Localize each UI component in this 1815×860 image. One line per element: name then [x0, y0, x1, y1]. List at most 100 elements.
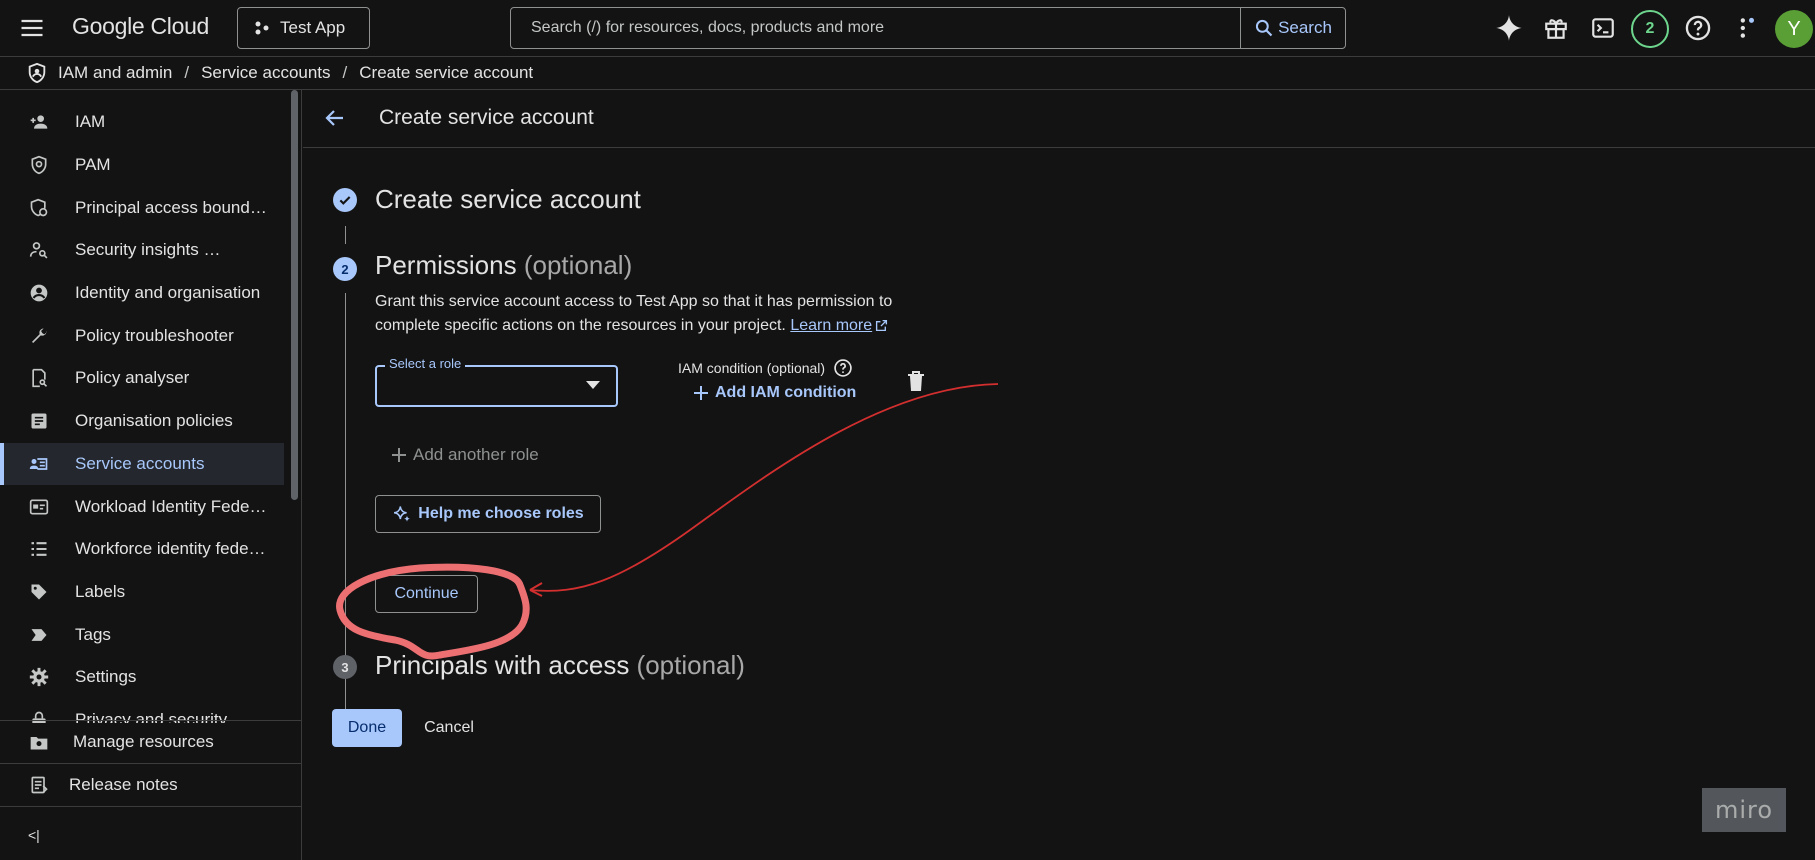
terminal-icon[interactable]: [1588, 13, 1618, 43]
breadcrumb-current-page: Create service account: [359, 63, 534, 82]
continue-button[interactable]: Continue: [375, 575, 478, 613]
gemini-sparkle-icon[interactable]: [1494, 13, 1524, 43]
step-3-number: 3: [333, 655, 357, 679]
sidebar-item-policy-troubleshooter[interactable]: Policy troubleshooter: [0, 314, 284, 357]
done-button[interactable]: Done: [332, 709, 402, 747]
sidebar-item-release-notes[interactable]: Release notes: [0, 763, 301, 806]
sidebar-item-organisation-policies[interactable]: Organisation policies: [0, 400, 284, 443]
sidebar-nav: IAM PAM Principal access bound… Security…: [0, 101, 284, 723]
list-icon: [28, 538, 50, 560]
help-me-choose-roles-button[interactable]: Help me choose roles: [375, 495, 601, 533]
sidebar-item-iam[interactable]: IAM: [0, 101, 284, 144]
add-iam-condition-label: Add IAM condition: [715, 384, 857, 401]
help-icon[interactable]: [1683, 13, 1713, 43]
cancel-button[interactable]: Cancel: [413, 709, 485, 747]
sidebar-item-label: Manage resources: [73, 732, 214, 751]
back-arrow-icon[interactable]: [323, 106, 349, 132]
manage-resources-icon: [28, 731, 50, 753]
plus-icon: [391, 447, 407, 463]
more-vert-icon[interactable]: [1730, 13, 1760, 43]
sidebar-item-workload-identity-federation[interactable]: Workload Identity Fede…: [0, 485, 284, 528]
sidebar-item-manage-resources[interactable]: Manage resources: [0, 720, 301, 763]
wrench-icon: [28, 325, 50, 347]
sidebar-item-label: Release notes: [69, 775, 178, 794]
sidebar-item-label: Tags: [75, 624, 111, 644]
shield-gear-icon: [28, 197, 50, 219]
gift-icon[interactable]: [1541, 13, 1571, 43]
breadcrumb-separator: /: [342, 63, 348, 82]
delete-trash-icon[interactable]: [906, 370, 926, 392]
permissions-description: Grant this service account access to Tes…: [375, 290, 935, 338]
search-bar: Search: [510, 7, 1346, 49]
sidebar-item-label: PAM: [75, 155, 111, 175]
shield-icon: [28, 154, 50, 176]
sparkle-icon: [392, 504, 412, 524]
label-icon: [28, 581, 50, 603]
add-iam-condition-button[interactable]: Add IAM condition: [693, 384, 856, 402]
account-circle-icon: [28, 282, 50, 304]
id-card-icon: [28, 496, 50, 518]
sidebar-item-label: Labels: [75, 581, 126, 601]
sidebar-item-identity-and-organisation[interactable]: Identity and organisation: [0, 272, 284, 315]
sidebar-item-pam[interactable]: PAM: [0, 144, 284, 187]
add-person-icon: [28, 111, 50, 133]
avatar[interactable]: Y: [1775, 10, 1813, 48]
search-button[interactable]: Search: [1240, 8, 1345, 48]
hamburger-menu-icon[interactable]: [18, 14, 46, 42]
sidebar-item-security-insights[interactable]: Security insights …: [0, 229, 284, 272]
search-icon: [1254, 18, 1274, 38]
sidebar-item-label: Security insights …: [75, 240, 221, 260]
select-role-dropdown[interactable]: Select a role: [375, 356, 618, 407]
step-3-optional-label: (optional): [636, 650, 745, 680]
sidebar-item-service-accounts[interactable]: Service accounts: [0, 442, 284, 486]
top-bar: Google Cloud Test App Search 2 Y: [0, 0, 1815, 56]
sidebar: IAM PAM Principal access bound… Security…: [0, 90, 302, 860]
step-1-title[interactable]: Create service account: [375, 184, 641, 215]
tag-arrow-icon: [28, 624, 50, 646]
sidebar-item-settings[interactable]: Settings: [0, 656, 284, 699]
sidebar-item-label: Identity and organisation: [75, 283, 261, 303]
iam-condition-label-text: IAM condition (optional): [678, 360, 826, 376]
sidebar-item-label: Policy troubleshooter: [75, 325, 234, 345]
sidebar-item-labels[interactable]: Labels: [0, 571, 284, 614]
breadcrumb-iam-and-admin[interactable]: IAM and admin: [58, 63, 172, 83]
sidebar-item-tags[interactable]: Tags: [0, 613, 284, 656]
help-me-choose-roles-label: Help me choose roles: [418, 505, 584, 522]
document-search-icon: [28, 367, 50, 389]
help-outline-icon[interactable]: [833, 358, 853, 378]
miro-watermark: miro: [1702, 788, 1786, 832]
sidebar-item-principal-access-boundary[interactable]: Principal access bound…: [0, 186, 284, 229]
collapse-sidebar-button[interactable]: <|: [0, 806, 301, 860]
gear-icon: [28, 666, 50, 688]
project-picker-button[interactable]: Test App: [237, 7, 370, 49]
notification-badge[interactable]: 2: [1631, 10, 1669, 48]
step-complete-check-icon: [333, 188, 357, 212]
breadcrumb-service-accounts[interactable]: Service accounts: [201, 63, 330, 83]
step-3-title-text: Principals with access: [375, 650, 630, 680]
collapse-icon: <|: [28, 826, 40, 843]
sidebar-bottom-section: Manage resources Release notes <|: [0, 720, 301, 860]
iam-shield-icon: [26, 62, 48, 84]
sidebar-item-policy-analyser[interactable]: Policy analyser: [0, 357, 284, 400]
sidebar-item-label: Service accounts: [75, 453, 205, 473]
external-link-icon: [875, 319, 888, 332]
breadcrumb-separator: /: [184, 63, 190, 82]
main-content: Create service account Create service ac…: [303, 90, 1815, 860]
search-input[interactable]: [511, 8, 1240, 48]
step-3-title[interactable]: Principals with access (optional): [375, 650, 745, 681]
add-another-role-label: Add another role: [413, 445, 539, 464]
sidebar-item-workforce-identity-federation[interactable]: Workforce identity fede…: [0, 528, 284, 571]
step-2-title-text: Permissions: [375, 250, 517, 280]
google-cloud-logo[interactable]: Google Cloud: [72, 13, 209, 40]
article-icon: [28, 410, 50, 432]
service-account-icon: [28, 453, 50, 475]
iam-condition-label: IAM condition (optional): [678, 358, 853, 378]
step-2-optional-label: (optional): [523, 250, 633, 280]
sidebar-item-label: Workload Identity Fede…: [75, 496, 267, 516]
sidebar-item-label: Policy analyser: [75, 368, 190, 388]
learn-more-link[interactable]: Learn more: [790, 317, 872, 334]
step-2-title: Permissions (optional): [375, 250, 632, 281]
add-another-role-button[interactable]: Add another role: [391, 445, 539, 465]
sidebar-scrollbar[interactable]: [291, 90, 298, 500]
step-2-number: 2: [333, 257, 357, 281]
